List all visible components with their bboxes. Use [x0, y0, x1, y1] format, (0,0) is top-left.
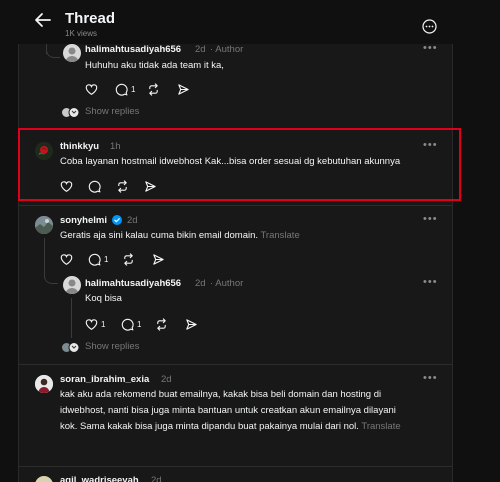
post-text-line: kok. Sama kakak bisa juga minta dipandu … — [60, 419, 401, 435]
avatar[interactable] — [35, 476, 53, 482]
post-username[interactable]: soran_ibrahim_exia — [60, 374, 149, 385]
thread-panel: halimahtusadiyah656 2d · Author ••• Huhu… — [18, 44, 453, 482]
view-count: 1K views — [65, 29, 98, 38]
divider — [19, 205, 452, 206]
thread-curve — [46, 44, 60, 58]
avatar[interactable] — [63, 276, 81, 294]
reply-count: 1 — [131, 84, 136, 94]
avatar[interactable] — [35, 216, 53, 234]
share-button[interactable] — [152, 252, 165, 266]
send-icon — [153, 253, 164, 265]
post-username[interactable]: halimahtusadiyah656 — [85, 278, 181, 289]
divider — [19, 466, 452, 467]
post-body: kok. Sama kakak bisa juga minta dipandu … — [60, 421, 359, 432]
translate-link[interactable]: Translate — [260, 230, 299, 241]
heart-icon — [85, 318, 98, 330]
reply-avatars-icon — [61, 107, 80, 118]
like-button[interactable] — [85, 82, 98, 96]
post-username[interactable]: sonyhelmi — [60, 215, 107, 226]
avatar[interactable] — [63, 44, 81, 62]
user-silhouette-icon — [65, 279, 79, 294]
back-arrow-icon[interactable] — [34, 12, 52, 28]
photo-avatar-icon — [35, 216, 53, 234]
post-time: 2d — [195, 278, 206, 289]
page-title: Thread — [65, 10, 116, 27]
divider — [19, 364, 452, 365]
more-options-icon[interactable]: ••• — [423, 44, 438, 54]
reply-avatars-icon — [61, 342, 80, 353]
post-text-line: kak aku ada rekomend buat emailnya, kaka… — [60, 389, 382, 400]
verified-badge-icon — [112, 215, 122, 225]
like-button[interactable]: 1 — [85, 317, 105, 331]
post-text: Koq bisa — [85, 293, 122, 304]
author-label: · Author — [210, 278, 244, 289]
more-options-circle-icon[interactable] — [422, 19, 437, 34]
post-actions: 1 1 — [85, 317, 215, 331]
post-text-line: idwebhost, nanti bisa juga minta bantuan… — [60, 405, 396, 416]
post-time: 2d — [161, 374, 172, 385]
send-icon — [178, 83, 189, 95]
show-replies-link[interactable]: Show replies — [85, 106, 139, 117]
post-time: 2d — [151, 475, 162, 482]
more-options-icon[interactable]: ••• — [423, 213, 438, 225]
post-actions: 1 — [60, 252, 190, 266]
share-button[interactable] — [185, 317, 198, 331]
more-options-icon[interactable]: ••• — [423, 276, 438, 288]
repost-icon — [149, 82, 158, 96]
more-options-icon[interactable]: ••• — [423, 372, 438, 384]
send-icon — [186, 318, 197, 330]
post-time: 2d — [195, 44, 206, 55]
thread-line — [71, 298, 72, 338]
reply-button[interactable]: 1 — [88, 252, 108, 266]
reply-count: 1 — [104, 254, 109, 264]
post-username[interactable]: agil_wadriseeyah — [60, 475, 139, 482]
comment-icon — [88, 253, 101, 266]
thread-curve — [44, 270, 58, 284]
share-button[interactable] — [177, 82, 190, 96]
reply-button[interactable]: 1 — [115, 82, 135, 96]
translate-link[interactable]: Translate — [361, 421, 400, 432]
thread-header: Thread 1K views — [0, 0, 500, 44]
author-label: · Author — [210, 44, 244, 55]
repost-button[interactable] — [122, 252, 135, 266]
repost-button[interactable] — [155, 317, 168, 331]
reply-count: 1 — [137, 319, 142, 329]
comment-icon — [115, 83, 128, 96]
post-text: Huhuhu aku tidak ada team it ka, — [85, 60, 224, 71]
reply-button[interactable]: 1 — [121, 317, 141, 331]
post-username[interactable]: halimahtusadiyah656 — [85, 44, 181, 55]
post-actions: 1 — [85, 82, 215, 96]
highlight-box — [18, 128, 461, 201]
comment-icon — [121, 318, 134, 331]
show-replies-link[interactable]: Show replies — [85, 341, 139, 352]
repost-button[interactable] — [147, 82, 160, 96]
avatar[interactable] — [35, 375, 53, 393]
post-body: Geratis aja sini kalau cuma bikin email … — [60, 230, 259, 241]
post-time: 2d — [127, 215, 138, 226]
person-avatar-icon — [35, 375, 53, 393]
repost-icon — [124, 252, 133, 266]
heart-icon — [60, 253, 73, 265]
like-count: 1 — [101, 319, 106, 329]
user-silhouette-icon — [65, 47, 79, 62]
post-text: Geratis aja sini kalau cuma bikin email … — [60, 228, 300, 244]
heart-icon — [85, 83, 98, 95]
repost-icon — [157, 317, 166, 331]
like-button[interactable] — [60, 252, 73, 266]
